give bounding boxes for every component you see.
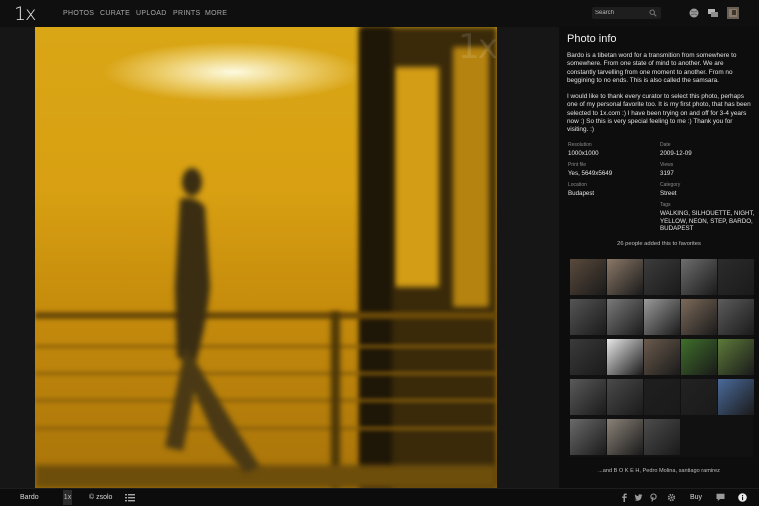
- favorites-avatar-grid: [570, 259, 754, 457]
- favorite-user-avatar[interactable]: [570, 379, 606, 415]
- facebook-icon[interactable]: [620, 493, 629, 502]
- location-label: Location: [568, 182, 587, 188]
- favorite-user-avatar[interactable]: [681, 339, 717, 375]
- buy-button[interactable]: Buy: [690, 494, 702, 501]
- favorites-more-names[interactable]: ...and B O K E H, Pedro Molina, santiago…: [559, 468, 759, 474]
- photo-watermark: 1x: [458, 27, 497, 67]
- photo-info-panel: Photo info Bardo is a tibetan word for a…: [559, 27, 759, 488]
- bottom-toolbar: Bardo 1x © zsolo Buy: [0, 488, 759, 506]
- favorite-user-avatar[interactable]: [644, 379, 680, 415]
- print-file-label: Print file: [568, 162, 587, 168]
- description-paragraph: I would like to thank every curator to s…: [567, 93, 751, 134]
- favorite-user-avatar[interactable]: [607, 419, 643, 455]
- date-label: Date: [660, 142, 671, 148]
- photo-description: Bardo is a tibetan word for a transmitio…: [567, 52, 753, 143]
- favorite-user-avatar[interactable]: [570, 419, 606, 455]
- nav-prints[interactable]: PRINTS: [173, 10, 200, 17]
- comment-icon[interactable]: [716, 493, 725, 502]
- photo-title: Bardo: [20, 494, 39, 501]
- tags-value[interactable]: WALKING, SILHOUETTE, NIGHT, YELLOW, NEON…: [660, 210, 755, 233]
- tags-label: Tags: [660, 202, 671, 208]
- category-value[interactable]: Street: [660, 190, 677, 198]
- favorites-count: 26 people added this to favorites: [617, 241, 701, 247]
- main-photo[interactable]: 1x: [35, 27, 497, 488]
- info-title: Photo info: [567, 33, 617, 45]
- photo-stage: 1x: [0, 27, 559, 488]
- favorite-user-avatar[interactable]: [644, 339, 680, 375]
- favorite-user-avatar[interactable]: [644, 299, 680, 335]
- description-paragraph: Bardo is a tibetan word for a transmitio…: [567, 52, 737, 84]
- print-file-value: Yes, 5649x5649: [568, 170, 613, 177]
- bottom-logo[interactable]: 1x: [63, 490, 72, 505]
- info-icon[interactable]: [738, 493, 747, 502]
- favorite-user-avatar[interactable]: [607, 339, 643, 375]
- resolution-label: Resolution: [568, 142, 592, 148]
- nav-photos[interactable]: PHOTOS: [63, 10, 94, 17]
- silhouette-figure: [165, 168, 260, 473]
- globe-icon[interactable]: [688, 7, 700, 19]
- messages-icon[interactable]: [707, 7, 719, 19]
- list-icon[interactable]: [125, 493, 135, 502]
- favorite-user-avatar[interactable]: [607, 259, 643, 295]
- favorite-user-avatar[interactable]: [570, 299, 606, 335]
- resolution-value: 1000x1000: [568, 150, 599, 157]
- favorite-user-avatar[interactable]: [644, 419, 680, 455]
- views-value: 3197: [660, 170, 674, 177]
- location-value[interactable]: Budapest: [568, 190, 594, 198]
- favorite-user-avatar[interactable]: [718, 339, 754, 375]
- search-box: [592, 7, 661, 19]
- favorite-user-avatar[interactable]: [607, 299, 643, 335]
- search-icon[interactable]: [649, 9, 657, 17]
- favorite-user-avatar[interactable]: [607, 379, 643, 415]
- favorite-user-avatar[interactable]: [681, 259, 717, 295]
- favorite-user-avatar[interactable]: [570, 259, 606, 295]
- favorite-user-avatar[interactable]: [718, 379, 754, 415]
- favorite-user-avatar[interactable]: [718, 259, 754, 295]
- search-input[interactable]: [595, 7, 645, 19]
- nav-curate[interactable]: CURATE: [100, 10, 130, 17]
- favorite-user-avatar[interactable]: [681, 379, 717, 415]
- user-avatar-icon[interactable]: [727, 7, 739, 19]
- site-logo[interactable]: 1x: [14, 3, 36, 25]
- date-value: 2009-12-09: [660, 150, 692, 157]
- pinterest-icon[interactable]: [649, 493, 658, 502]
- views-label: Views: [660, 162, 674, 168]
- top-navigation-bar: 1x PHOTOS CURATE UPLOAD PRINTS MORE: [0, 0, 759, 28]
- author-name[interactable]: © zsolo: [89, 494, 112, 501]
- nav-upload[interactable]: UPLOAD: [136, 10, 167, 17]
- twitter-icon[interactable]: [634, 493, 643, 502]
- favorite-user-avatar[interactable]: [570, 339, 606, 375]
- favorite-user-avatar[interactable]: [644, 259, 680, 295]
- favorite-user-avatar[interactable]: [718, 299, 754, 335]
- favorite-user-avatar[interactable]: [681, 299, 717, 335]
- category-label: Category: [660, 182, 681, 188]
- gear-icon[interactable]: [667, 493, 676, 502]
- nav-more[interactable]: MORE: [205, 10, 227, 17]
